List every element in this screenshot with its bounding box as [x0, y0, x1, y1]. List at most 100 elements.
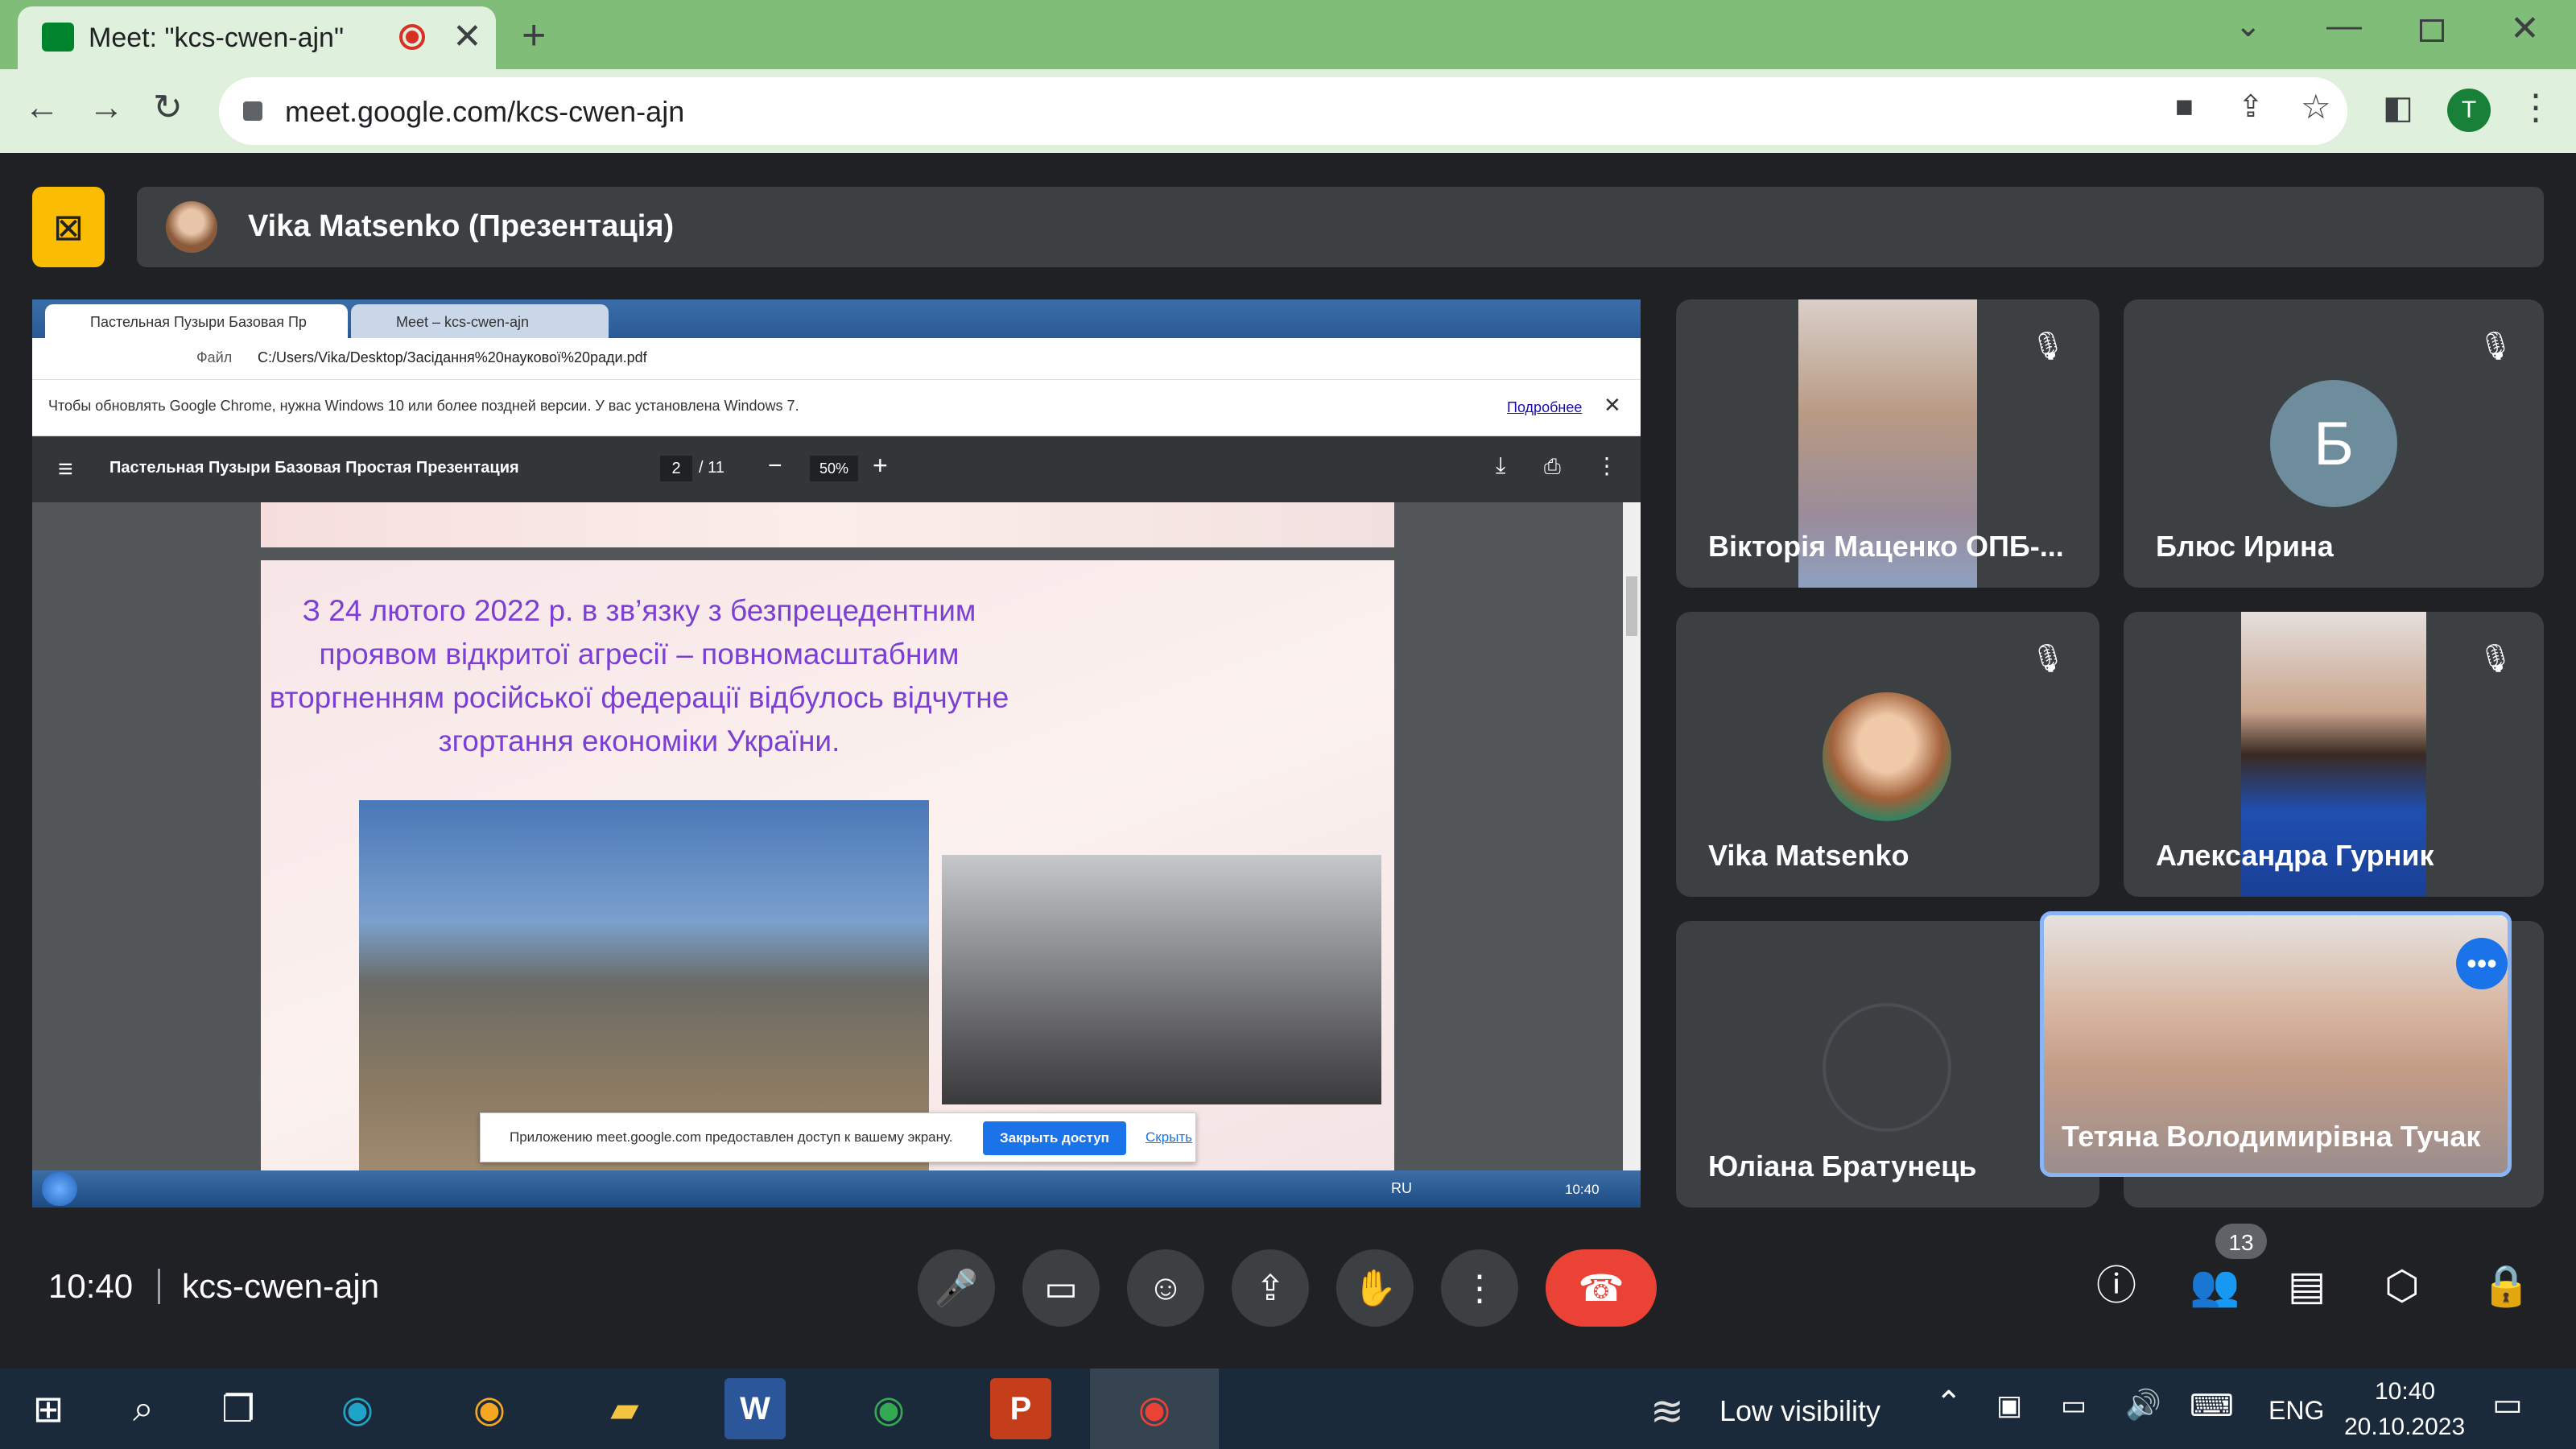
participant-tile-3[interactable]: 🎙 Vika Matsenko: [1676, 612, 2099, 897]
participant-avatar-3: [1823, 692, 1951, 821]
raise-hand-button[interactable]: ✋: [1336, 1249, 1414, 1327]
new-tab-icon[interactable]: +: [522, 14, 546, 56]
shared-path: C:/Users/Vika/Desktop/Засідання%20науков…: [258, 349, 647, 365]
sharing-notice: Приложению meet.google.com предоставлен …: [480, 1113, 1196, 1162]
self-view-more-icon[interactable]: •••: [2456, 938, 2508, 989]
menu-kebab-icon[interactable]: ⋮: [2518, 90, 2553, 126]
end-call-button[interactable]: ☎: [1546, 1249, 1657, 1327]
profile-avatar[interactable]: T: [2447, 89, 2491, 132]
notifications-icon[interactable]: ▭: [2492, 1386, 2523, 1423]
search-icon[interactable]: ⌕: [113, 1378, 174, 1439]
participant-tile-1[interactable]: 🎙 Вікторія Маценко ОПБ-...: [1676, 299, 2099, 588]
chrome-profile-icon[interactable]: ◉: [858, 1378, 919, 1439]
clock-date[interactable]: 20.10.2023: [2344, 1414, 2465, 1441]
pdf-menu-icon: ≡: [58, 454, 73, 483]
self-view-tile[interactable]: ••• Тетяна Володимирівна Тучак: [2040, 911, 2512, 1177]
shared-toolbar: Файл C:/Users/Vika/Desktop/Засідання%20н…: [32, 338, 1641, 380]
presentation-icon[interactable]: ⊠: [32, 187, 105, 267]
activities-icon[interactable]: ⬡: [2384, 1265, 2420, 1306]
pdf-toolbar: ≡ Пастельная Пузыри Базовая Простая През…: [32, 436, 1641, 502]
pdf-download-icon: ⤓: [1496, 452, 1506, 477]
divider: [158, 1269, 160, 1304]
forward-icon[interactable]: →: [89, 90, 124, 126]
word-icon[interactable]: W: [724, 1378, 786, 1439]
pdf-prev-slide: [261, 502, 1394, 547]
slide-photo-ruins-2: [942, 855, 1381, 1104]
task-view-icon[interactable]: ❐: [208, 1378, 269, 1439]
powerpoint-icon[interactable]: P: [990, 1378, 1051, 1439]
pdf-print-icon: ⎙: [1544, 454, 1561, 478]
participant-tile-5[interactable]: Юліана Братунець: [1676, 921, 2099, 1208]
input-language[interactable]: ENG: [2268, 1396, 2324, 1426]
shared-warning-bar: Чтобы обновлять Google Chrome, нужна Win…: [32, 380, 1641, 436]
back-icon[interactable]: ←: [24, 90, 60, 126]
vpn-app-icon[interactable]: ◉: [459, 1378, 520, 1439]
pdf-more-icon: ⋮: [1596, 453, 1618, 478]
keyboard-icon[interactable]: ⌨: [2190, 1388, 2234, 1424]
clock-time[interactable]: 10:40: [2375, 1378, 2435, 1406]
reactions-button[interactable]: ☺: [1127, 1249, 1204, 1327]
win7-lang: RU: [1391, 1180, 1412, 1196]
reload-icon[interactable]: ↻: [153, 90, 183, 126]
close-tab-icon[interactable]: ✕: [452, 19, 482, 55]
participant-tile-2[interactable]: Б 🎙 Блюс Ирина: [2124, 299, 2544, 588]
participant-tile-4[interactable]: 🎙 Александра Гурник: [2124, 612, 2544, 897]
shared-tab-2: Meet – kcs-cwen-ajn: [351, 304, 609, 338]
weather-text[interactable]: Low visibility: [1719, 1394, 1880, 1428]
mic-off-icon: 🎙: [2022, 633, 2074, 684]
browser-tab[interactable]: Meet: "kcs-cwen-ajn" ✕: [18, 6, 496, 69]
windows-start-icon[interactable]: ⊞: [18, 1378, 79, 1439]
tray-chevron-icon[interactable]: ⌃: [1935, 1385, 1963, 1422]
pdf-slide: З 24 лютого 2022 р. в зв’язку з безпреце…: [261, 560, 1394, 1208]
pdf-zoom: 50%: [810, 456, 858, 481]
tray-meet-icon[interactable]: ▣: [1996, 1389, 2022, 1422]
presenter-avatar: [166, 201, 217, 253]
volume-icon[interactable]: 🔊: [2125, 1388, 2161, 1422]
win7-start-icon: [42, 1172, 77, 1206]
participants-badge: 13: [2215, 1224, 2267, 1259]
minimize-icon[interactable]: —: [2326, 8, 2362, 43]
battery-icon[interactable]: ▭: [2061, 1389, 2087, 1422]
participant-name-2: Блюс Ирина: [2156, 530, 2334, 563]
edge-icon[interactable]: ◉: [327, 1378, 388, 1439]
tab-title: Meet: "kcs-cwen-ajn": [89, 23, 345, 53]
tab-search-icon[interactable]: ⌄: [2235, 10, 2262, 42]
presenter-banner: Vika Matsenko (Презентація): [137, 187, 2544, 267]
shared-tab-1: Пастельная Пузыри Базовая Пр: [45, 304, 348, 338]
mic-off-icon: 🎙: [2022, 320, 2074, 372]
chrome-icon[interactable]: ◉: [1124, 1378, 1185, 1439]
mic-off-icon: 🎙: [2470, 633, 2521, 684]
share-icon[interactable]: ⇪: [2238, 92, 2264, 122]
window-close-icon[interactable]: ✕: [2510, 11, 2540, 47]
side-panel-icon[interactable]: ◧: [2383, 92, 2413, 124]
host-controls-icon[interactable]: 🔒: [2481, 1265, 2531, 1306]
shared-warning-text: Чтобы обновлять Google Chrome, нужна Win…: [48, 398, 799, 414]
url-text: meet.google.com/kcs-cwen-ajn: [285, 95, 685, 128]
sharing-notice-text: Приложению meet.google.com предоставлен …: [510, 1129, 953, 1145]
meeting-code: kcs-cwen-ajn: [182, 1267, 380, 1305]
win7-time: 10:40: [1565, 1182, 1600, 1197]
microphone-button[interactable]: 🎤: [918, 1249, 995, 1327]
more-options-button[interactable]: ⋮: [1441, 1249, 1518, 1327]
participant-avatar-5: [1823, 1003, 1951, 1132]
present-button[interactable]: ⇪: [1232, 1249, 1309, 1327]
meet-favicon-icon: [42, 23, 74, 52]
profile-initial: T: [2461, 97, 2477, 123]
bookmark-star-icon[interactable]: ☆: [2301, 90, 2331, 124]
hide-link: Скрыть: [1146, 1129, 1193, 1145]
address-bar[interactable]: meet.google.com/kcs-cwen-ajn ■ ⇪ ☆: [219, 77, 2347, 145]
meeting-time: 10:40: [48, 1267, 134, 1305]
meeting-info-icon[interactable]: ⓘ: [2096, 1265, 2136, 1306]
camera-blocked-icon[interactable]: ■: [2175, 92, 2194, 122]
participant-name-4: Александра Гурник: [2156, 839, 2434, 872]
file-explorer-icon[interactable]: ▰: [594, 1378, 655, 1439]
participant-name-1: Вікторія Маценко ОПБ-...: [1708, 530, 2064, 563]
stop-sharing-button: Закрыть доступ: [983, 1121, 1126, 1155]
chat-icon[interactable]: ▤: [2288, 1265, 2326, 1306]
camera-button[interactable]: ▭: [1022, 1249, 1100, 1327]
restore-icon[interactable]: [2420, 19, 2444, 42]
pdf-zoom-in-icon: +: [873, 451, 888, 480]
people-icon[interactable]: 👥: [2190, 1265, 2240, 1306]
presenter-label: Vika Matsenko (Презентація): [248, 209, 675, 243]
win7-taskbar: RU 10:40: [32, 1170, 1641, 1208]
